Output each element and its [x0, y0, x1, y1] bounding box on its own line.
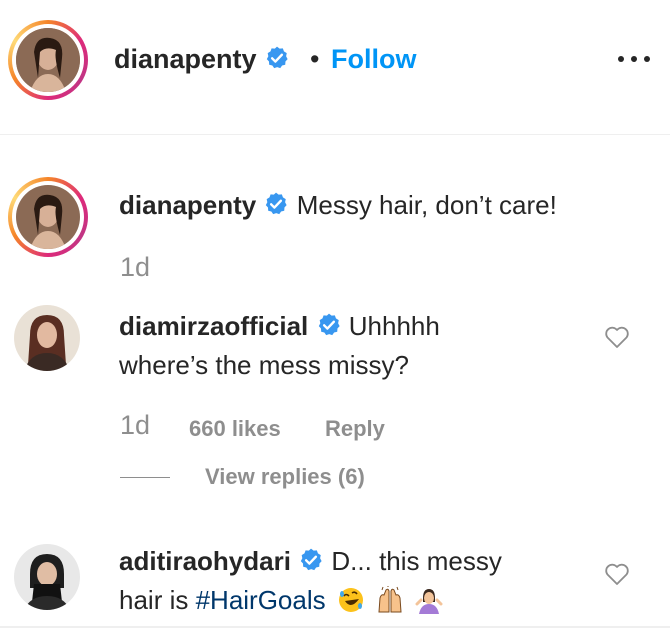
verified-badge-icon	[264, 45, 290, 79]
caption-username[interactable]: dianapenty	[119, 190, 256, 220]
caption-time[interactable]: 1d	[120, 252, 150, 282]
comment-time[interactable]: 1d	[120, 410, 150, 440]
caption-story-ring[interactable]	[8, 177, 88, 257]
rofl-emoji-icon	[337, 586, 365, 614]
reply-button[interactable]: Reply	[325, 416, 385, 441]
comment-text: diamirzaofficial Uhhhhh where’s the mess…	[119, 308, 539, 383]
comment-text: aditiraohydari D... this messy hair is #…	[119, 543, 579, 618]
comment-likes[interactable]: 660 likes	[189, 416, 281, 442]
story-ring[interactable]	[8, 20, 88, 100]
post-header: dianapenty • Follow	[0, 0, 670, 135]
comment-avatar-aditirao[interactable]	[14, 544, 80, 610]
caption-meta: 1d	[120, 252, 150, 283]
comment-likes-label[interactable]: 660 likes	[189, 416, 281, 441]
caption-body: Messy hair, don’t care!	[296, 190, 557, 220]
header-username[interactable]: dianapenty	[114, 42, 290, 79]
avatar[interactable]	[16, 28, 80, 92]
header-separator: •	[310, 44, 320, 74]
comment-username[interactable]: aditiraohydari	[119, 546, 291, 576]
more-options-icon[interactable]	[614, 40, 654, 76]
comment-reply[interactable]: Reply	[325, 416, 385, 442]
comment-body-line1: Uhhhhh	[348, 311, 440, 341]
shrug-woman-emoji-icon	[415, 586, 443, 614]
comment-username[interactable]: diamirzaofficial	[119, 311, 308, 341]
verified-badge-icon	[298, 546, 324, 582]
view-replies-label[interactable]: View replies (6)	[205, 462, 365, 492]
verified-badge-icon	[316, 311, 342, 347]
like-heart-icon[interactable]	[604, 562, 630, 591]
like-heart-icon[interactable]	[604, 325, 630, 354]
comment-body-line2: where’s the mess missy?	[119, 350, 409, 380]
caption-text: dianapenty Messy hair, don’t care!	[119, 187, 557, 226]
verified-badge-icon	[263, 190, 289, 226]
header-username-label[interactable]: dianapenty	[114, 44, 257, 74]
hashtag-link[interactable]: #HairGoals	[196, 585, 326, 615]
comment-avatar-diamirza[interactable]	[14, 305, 80, 371]
comment-body-line2: hair is	[119, 585, 196, 615]
view-replies-divider	[120, 477, 170, 478]
comment-body-line1: D... this messy	[331, 546, 502, 576]
comment-meta: 1d	[120, 410, 150, 441]
follow-button[interactable]: Follow	[331, 42, 416, 76]
caption-avatar[interactable]	[16, 185, 80, 249]
raising-hands-emoji-icon	[376, 586, 404, 614]
